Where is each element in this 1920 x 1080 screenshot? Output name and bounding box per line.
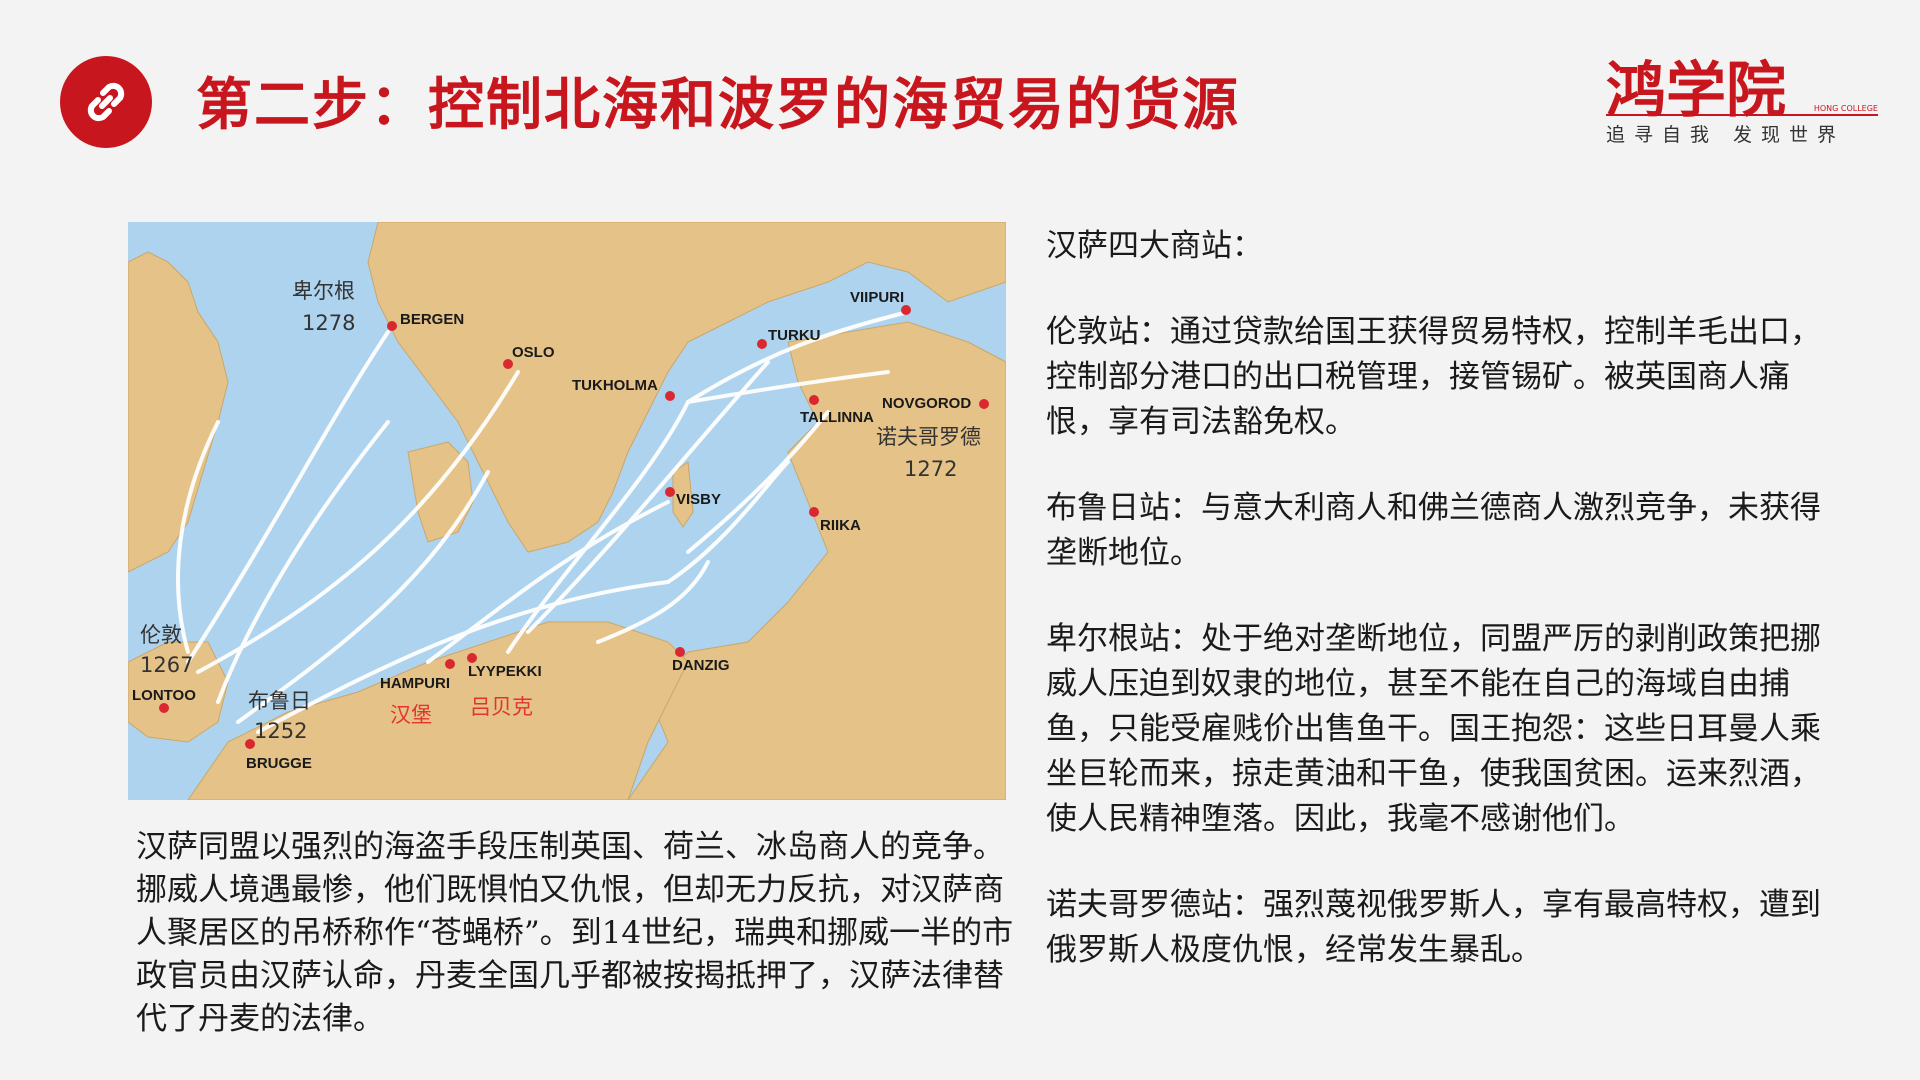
station-novgorod: 诺夫哥罗德站：强烈蔑视俄罗斯人，享有最高特权，遭到俄罗斯人极度仇恨，经常发生暴乱… (1046, 887, 1821, 968)
label-turku: TURKU (768, 327, 821, 344)
land-britain (128, 251, 229, 573)
label-viipuri: VIIPURI (850, 289, 904, 306)
label-novgorod-year: 1272 (904, 457, 957, 481)
visby-dot (665, 487, 675, 497)
label-lontoo: LONTOO (132, 687, 196, 704)
label-oslo: OSLO (512, 344, 555, 361)
label-lyypekki: LYYPEKKI (468, 663, 542, 680)
label-bruges-year: 1252 (254, 719, 307, 743)
tukholma-dot (665, 391, 675, 401)
label-tallinna: TALLINNA (800, 409, 874, 426)
lyypekki-dot (467, 653, 477, 663)
label-visby: VISBY (676, 491, 721, 508)
turku-dot (757, 339, 767, 349)
page-title: 第二步：控制北海和波罗的海贸易的货源 (196, 72, 1240, 138)
logo-slogan: 追寻自我 发现世界 (1606, 124, 1846, 146)
label-london-cn: 伦敦 (140, 623, 182, 647)
label-danzig: DANZIG (672, 657, 730, 674)
label-hampuri: HAMPURI (380, 675, 450, 692)
station-london: 伦敦站：通过贷款给国王获得贸易特权，控制羊毛出口，控制部分港口的出口税管理，接管… (1046, 314, 1821, 440)
riika-dot (809, 507, 819, 517)
land-baltic-east (627, 321, 1006, 800)
logo-divider (1606, 114, 1878, 116)
label-bergen: BERGEN (400, 311, 464, 328)
label-brugge: BRUGGE (246, 755, 312, 772)
label-bruges-cn: 布鲁日 (248, 689, 311, 713)
label-riika: RIIKA (820, 517, 861, 534)
label-bergen-cn: 卑尔根 (292, 279, 355, 303)
danzig-dot (675, 647, 685, 657)
station-bergen: 卑尔根站：处于绝对垄断地位，同盟严厉的剥削政策把挪威人压迫到奴隶的地位，甚至不能… (1046, 621, 1821, 837)
map-caption: 汉萨同盟以强烈的海盗手段压制英国、荷兰、冰岛商人的竞争。挪威人境遇最惨，他们既惧… (136, 829, 1014, 1037)
stations-panel: 汉萨四大商站： 伦敦站：通过贷款给国王获得贸易特权，控制羊毛出口，控制部分港口的… (1046, 224, 1836, 973)
link-icon (87, 82, 125, 122)
bergen-dot (387, 321, 397, 331)
lontoo-dot (159, 703, 169, 713)
label-london-year: 1267 (140, 653, 193, 677)
hanse-trade-map: BERGEN OSLO TUKHOLMA TURKU VIIPURI TALLI… (128, 222, 1006, 800)
logo-english: HONG COLLEGE (1813, 104, 1878, 113)
viipuri-dot (901, 305, 911, 315)
tallinna-dot (809, 395, 819, 405)
brand-logo: 鸿学院 HONG COLLEGE 追寻自我 发现世界 (1606, 42, 1886, 152)
stations-heading: 汉萨四大商站： (1046, 228, 1263, 264)
land-denmark (407, 441, 474, 543)
novgorod-dot (979, 399, 989, 409)
label-lubeck-cn: 吕贝克 (470, 695, 533, 719)
title-badge (60, 56, 152, 148)
label-bergen-year: 1278 (302, 311, 355, 335)
label-tukholma: TUKHOLMA (572, 377, 658, 394)
label-novgorod-cn: 诺夫哥罗德 (876, 425, 981, 449)
label-novgorod: NOVGOROD (882, 395, 971, 412)
hampuri-dot (445, 659, 455, 669)
label-hamburg-cn: 汉堡 (390, 703, 432, 727)
station-bruges: 布鲁日站：与意大利商人和佛兰德商人激烈竞争，未获得垄断地位。 (1046, 490, 1821, 571)
